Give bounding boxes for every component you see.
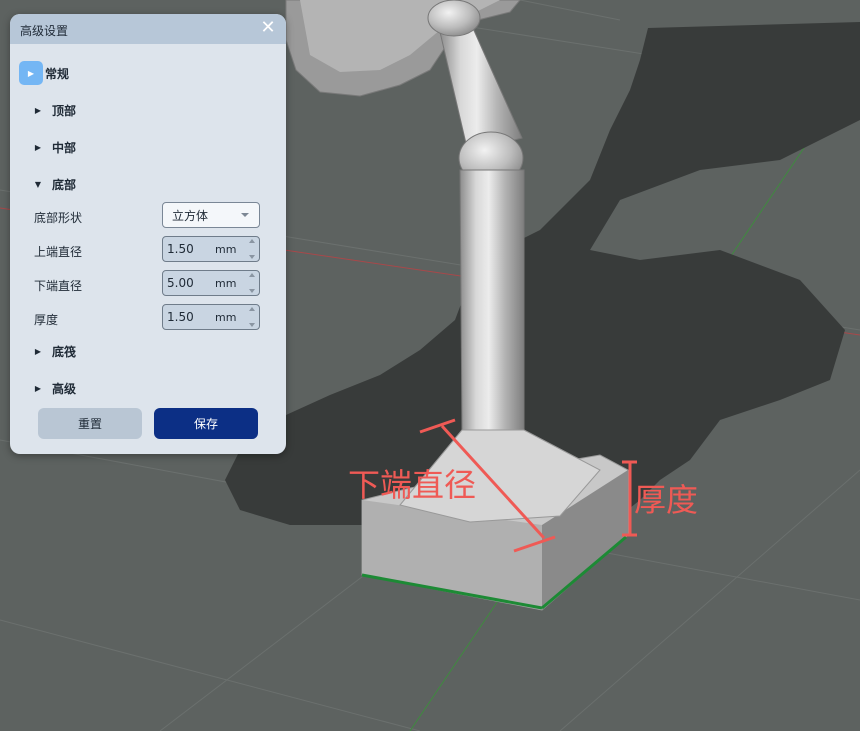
section-middle-label: 中部 (52, 140, 77, 155)
thickness-field[interactable]: mm (162, 304, 260, 330)
advanced-settings-panel: 高级设置 ✕ ▶ 常规 ▶ 顶部 ▶ 中部 ▼ 底部 底部形状 立方体 上端直径… (10, 14, 286, 454)
thickness-input[interactable] (167, 310, 207, 324)
chevron-right-icon: ▶ (19, 61, 43, 85)
section-bottom[interactable]: ▼ 底部 (10, 172, 76, 196)
stepper-up-icon[interactable] (249, 239, 255, 243)
unit-label: mm (215, 310, 237, 324)
upper-diameter-label: 上端直径 (34, 245, 83, 259)
chevron-right-icon: ▶ (34, 142, 42, 152)
bottom-shape-label: 底部形状 (34, 211, 83, 225)
reset-button[interactable]: 重置 (38, 408, 142, 439)
lower-diameter-label: 下端直径 (34, 279, 83, 293)
section-general-label: 常规 (45, 66, 70, 81)
stepper-up-icon[interactable] (249, 273, 255, 277)
section-bottom-label: 底部 (52, 177, 77, 192)
chevron-down-icon (241, 213, 249, 217)
thickness-label: 厚度 (34, 313, 59, 327)
thickness-annotation: 厚度 (634, 481, 698, 519)
main-stem (459, 169, 525, 433)
unit-label: mm (215, 276, 237, 290)
chevron-right-icon: ▶ (34, 105, 42, 115)
upper-diameter-input[interactable] (167, 242, 207, 256)
stepper[interactable] (247, 239, 257, 259)
lower-diameter-input[interactable] (167, 276, 207, 290)
section-general[interactable]: ▶ 常规 (10, 61, 69, 85)
section-advanced-label: 高级 (52, 381, 77, 396)
stepper-up-icon[interactable] (249, 307, 255, 311)
section-top[interactable]: ▶ 顶部 (10, 98, 76, 122)
panel-title: 高级设置 (20, 24, 69, 38)
stepper-down-icon[interactable] (249, 289, 255, 293)
section-advanced[interactable]: ▶ 高级 (10, 376, 76, 400)
chevron-right-icon: ▶ (34, 383, 42, 393)
stepper[interactable] (247, 307, 257, 327)
close-icon[interactable]: ✕ (258, 17, 278, 39)
save-button[interactable]: 保存 (154, 408, 258, 439)
bottom-shape-select[interactable]: 立方体 (162, 202, 260, 228)
stepper-down-icon[interactable] (249, 255, 255, 259)
section-brim-label: 底筏 (52, 344, 77, 359)
chevron-right-icon: ▶ (34, 346, 42, 356)
stepper[interactable] (247, 273, 257, 293)
lower-diameter-field[interactable]: mm (162, 270, 260, 296)
bottom-shape-value: 立方体 (172, 208, 209, 223)
section-top-label: 顶部 (52, 103, 77, 118)
upper-joint (427, 0, 481, 37)
chevron-down-icon: ▼ (34, 179, 42, 189)
section-middle[interactable]: ▶ 中部 (10, 135, 76, 159)
panel-header: 高级设置 ✕ (10, 14, 286, 44)
section-brim[interactable]: ▶ 底筏 (10, 339, 76, 363)
lower-diameter-annotation: 下端直径 (348, 466, 476, 504)
stepper-down-icon[interactable] (249, 323, 255, 327)
unit-label: mm (215, 242, 237, 256)
upper-diameter-field[interactable]: mm (162, 236, 260, 262)
